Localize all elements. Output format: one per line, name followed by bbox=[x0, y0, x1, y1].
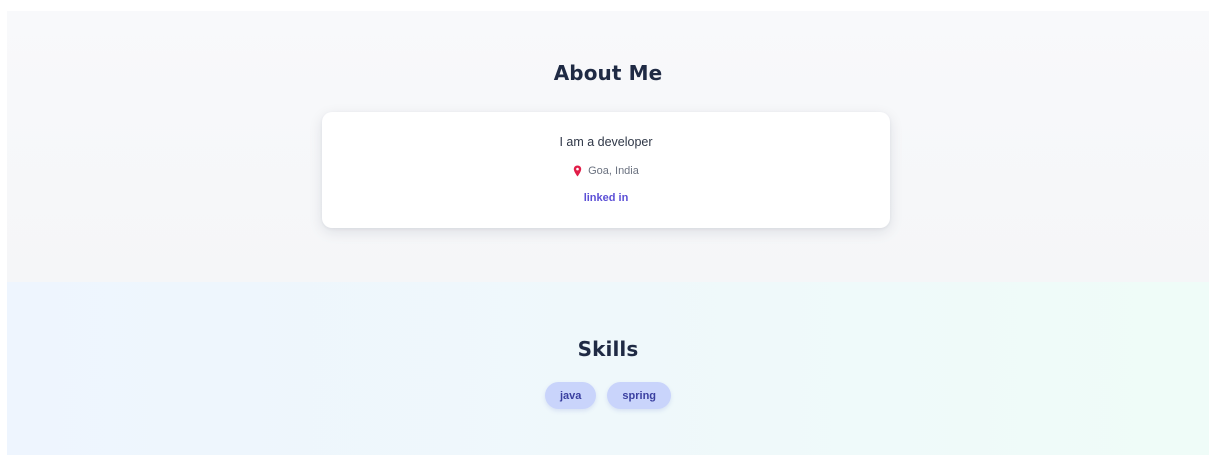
skills-list: java spring bbox=[7, 382, 1209, 409]
location: Goa, India bbox=[322, 165, 890, 177]
location-text: Goa, India bbox=[588, 165, 639, 177]
about-title: About Me bbox=[553, 61, 663, 85]
bio-text: I am a developer bbox=[559, 135, 653, 149]
skills-title: Skills bbox=[577, 337, 639, 361]
map-pin-icon bbox=[573, 165, 582, 177]
about-card: I am a developer Goa, India linked in bbox=[322, 112, 890, 228]
skill-chip: java bbox=[544, 382, 597, 409]
about-section: About Me I am a developer Goa, India lin… bbox=[7, 11, 1209, 282]
skill-chip: spring bbox=[607, 382, 672, 409]
skills-section: Skills java spring bbox=[7, 282, 1209, 455]
linkedin-link[interactable]: linked in bbox=[322, 192, 890, 204]
profile-page: About Me I am a developer Goa, India lin… bbox=[7, 11, 1209, 455]
